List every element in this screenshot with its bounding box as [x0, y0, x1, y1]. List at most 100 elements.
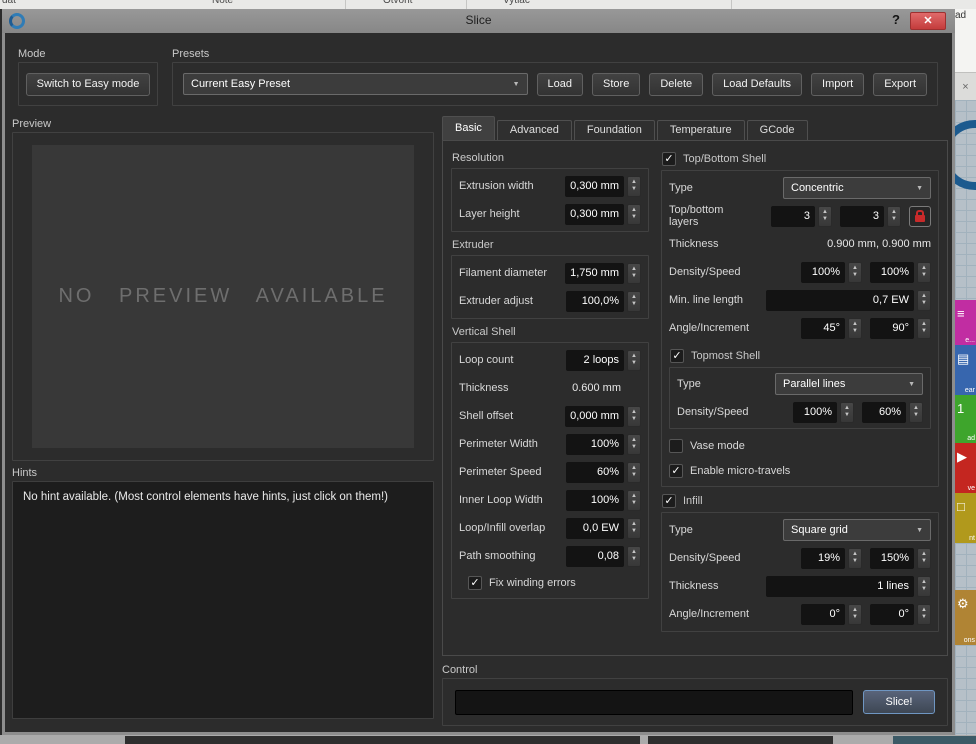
infill-increment-spinbox[interactable]: 0° — [870, 604, 931, 625]
spinner-arrows-icon[interactable] — [887, 206, 901, 227]
toolbar-icon-clear[interactable]: ▤ ear — [955, 345, 976, 395]
tbs-speed-spinbox[interactable]: 100% — [870, 262, 931, 283]
panel-close-icon[interactable]: × — [955, 72, 976, 101]
toolbar-icon-options[interactable]: ⚙ ons — [955, 590, 976, 645]
infill-speed-spinbox[interactable]: 150% — [870, 548, 931, 569]
perimeter-width-spinbox[interactable]: 100% — [566, 434, 641, 455]
loop-count-spinbox[interactable]: 2 loops — [566, 350, 641, 371]
close-button[interactable]: ✕ — [910, 12, 946, 30]
spinner-arrows-icon[interactable] — [627, 204, 641, 225]
lock-layers-button[interactable] — [909, 206, 931, 227]
tab-temperature[interactable]: Temperature — [657, 120, 745, 140]
tbs-increment-spinbox[interactable]: 90° — [870, 318, 931, 339]
spinner-arrows-icon[interactable] — [917, 576, 931, 597]
min-line-length-spinbox[interactable]: 0,7 EW — [766, 290, 931, 311]
spinner-arrows-icon[interactable] — [917, 318, 931, 339]
toolbar-icon-layers[interactable]: ≡ e... — [955, 300, 976, 345]
extrusion-width-spinbox[interactable]: 0,300 mm — [565, 176, 641, 197]
control-group: Slice! — [442, 678, 948, 726]
top-layers-spinbox[interactable]: 3 — [771, 206, 832, 227]
load-defaults-button[interactable]: Load Defaults — [712, 73, 802, 96]
path-smoothing-row: Path smoothing 0,08 — [452, 542, 648, 570]
preset-select[interactable]: Current Easy Preset — [183, 73, 528, 95]
perimeter-speed-spinbox[interactable]: 60% — [566, 462, 641, 483]
load-icon: 1 — [957, 401, 964, 416]
settings-tabbar: Basic Advanced Foundation Temperature GC… — [442, 117, 810, 140]
taskbar-segment — [125, 736, 640, 744]
spinner-arrows-icon[interactable] — [627, 291, 641, 312]
spinner-arrows-icon[interactable] — [848, 604, 862, 625]
export-button[interactable]: Export — [873, 73, 927, 96]
toolbar-icon-print[interactable]: □ nt — [955, 493, 976, 543]
titlebar[interactable]: Slice ? ✕ — [2, 9, 955, 33]
shell-offset-spinbox[interactable]: 0,000 mm — [565, 406, 641, 427]
help-button[interactable]: ? — [892, 12, 900, 27]
spinner-arrows-icon[interactable] — [627, 263, 641, 284]
tab-basic[interactable]: Basic — [442, 116, 495, 140]
infill-density-spinbox[interactable]: 19% — [801, 548, 862, 569]
infill-type-select[interactable]: Square grid — [783, 519, 931, 541]
print-icon: □ — [957, 499, 965, 514]
toolbar-icon-load[interactable]: 1 ad — [955, 395, 976, 443]
spinner-arrows-icon[interactable] — [917, 548, 931, 569]
layer-height-spinbox[interactable]: 0,300 mm — [565, 204, 641, 225]
basic-tab-panel: Resolution Extrusion width 0,300 mm Laye… — [442, 140, 948, 656]
hints-box: No hint available. (Most control element… — [12, 481, 434, 719]
toolbar-icon-save[interactable]: ▶ ve — [955, 443, 976, 493]
topmost-type-select[interactable]: Parallel lines — [775, 373, 923, 395]
spinner-arrows-icon[interactable] — [848, 548, 862, 569]
slice-progress-bar — [455, 690, 853, 715]
topmost-speed-spinbox[interactable]: 60% — [862, 402, 923, 423]
infill-checkbox[interactable]: ✓ — [662, 494, 676, 508]
tab-foundation[interactable]: Foundation — [574, 120, 655, 140]
infill-angle-spinbox[interactable]: 0° — [801, 604, 862, 625]
perimeter-width-row: Perimeter Width 100% — [452, 430, 648, 458]
spinner-arrows-icon[interactable] — [627, 406, 641, 427]
spinner-arrows-icon[interactable] — [917, 262, 931, 283]
spinner-arrows-icon[interactable] — [818, 206, 832, 227]
store-button[interactable]: Store — [592, 73, 640, 96]
infill-angle-increment-row: Angle/Increment 0° 0° — [662, 600, 938, 628]
infill-type-row: Type Square grid — [662, 516, 938, 544]
extruder-adjust-spinbox[interactable]: 100,0% — [566, 291, 641, 312]
extruder-adjust-row: Extruder adjust 100,0% — [452, 287, 648, 315]
tab-advanced[interactable]: Advanced — [497, 120, 572, 140]
tbs-density-spinbox[interactable]: 100% — [801, 262, 862, 283]
fix-winding-errors-checkbox[interactable]: ✓ — [468, 576, 482, 590]
load-button[interactable]: Load — [537, 73, 583, 96]
slice-button[interactable]: Slice! — [863, 690, 935, 714]
topmost-density-spinbox[interactable]: 100% — [793, 402, 854, 423]
path-smoothing-spinbox[interactable]: 0,08 — [566, 546, 641, 567]
spinner-arrows-icon[interactable] — [848, 262, 862, 283]
loop-infill-overlap-spinbox[interactable]: 0,0 EW — [566, 518, 641, 539]
tab-gcode[interactable]: GCode — [747, 120, 808, 140]
delete-button[interactable]: Delete — [649, 73, 703, 96]
spinner-arrows-icon[interactable] — [848, 318, 862, 339]
tbs-angle-spinbox[interactable]: 45° — [801, 318, 862, 339]
panel-left-column: Resolution Extrusion width 0,300 mm Laye… — [451, 145, 649, 651]
spinner-arrows-icon[interactable] — [627, 350, 641, 371]
spinner-arrows-icon[interactable] — [627, 546, 641, 567]
spinner-arrows-icon[interactable] — [917, 604, 931, 625]
spinner-arrows-icon[interactable] — [909, 402, 923, 423]
inner-loop-width-spinbox[interactable]: 100% — [566, 490, 641, 511]
infill-thickness-spinbox[interactable]: 1 lines — [766, 576, 931, 597]
bottom-layers-spinbox[interactable]: 3 — [840, 206, 901, 227]
options-gear-icon: ⚙ — [957, 596, 969, 612]
top-bottom-shell-checkbox[interactable]: ✓ — [662, 152, 676, 166]
infill-group: Type Square grid Density/Speed 19% — [661, 512, 939, 632]
filament-diameter-spinbox[interactable]: 1,750 mm — [565, 263, 641, 284]
spinner-arrows-icon[interactable] — [917, 290, 931, 311]
micro-travels-checkbox[interactable]: ✓ — [669, 464, 683, 478]
spinner-arrows-icon[interactable] — [840, 402, 854, 423]
spinner-arrows-icon[interactable] — [627, 518, 641, 539]
switch-easy-mode-button[interactable]: Switch to Easy mode — [26, 73, 151, 96]
tbs-type-select[interactable]: Concentric — [783, 177, 931, 199]
spinner-arrows-icon[interactable] — [627, 176, 641, 197]
vase-mode-checkbox[interactable] — [669, 439, 683, 453]
topmost-shell-checkbox[interactable]: ✓ — [670, 349, 684, 363]
import-button[interactable]: Import — [811, 73, 864, 96]
spinner-arrows-icon[interactable] — [627, 434, 641, 455]
spinner-arrows-icon[interactable] — [627, 462, 641, 483]
spinner-arrows-icon[interactable] — [627, 490, 641, 511]
